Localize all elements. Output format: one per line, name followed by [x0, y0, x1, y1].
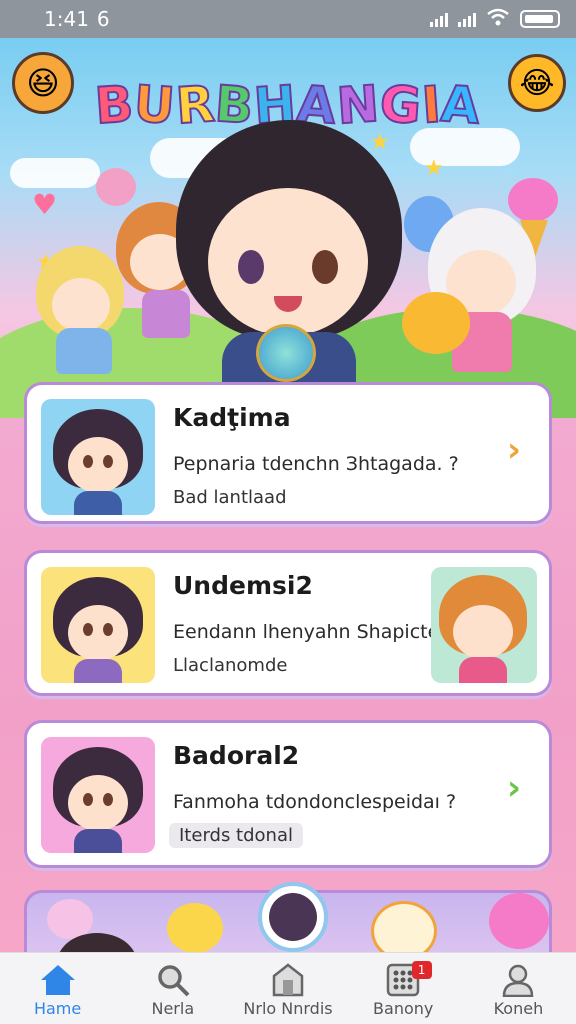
nav-label: Nrlo Nnrdis	[243, 999, 333, 1018]
nav-label: Nerla	[151, 999, 195, 1018]
card-subtitle: Eendann lhenyahn Shapicte	[173, 621, 440, 643]
wifi-icon	[486, 7, 510, 31]
signal-icon	[430, 11, 448, 27]
title-letter: A	[438, 74, 484, 137]
character-thumbnail	[41, 737, 155, 853]
card-subtitle: Peрnaria tdenchn Зhtagada. ?	[173, 453, 459, 475]
nav-item-grid[interactable]: 1 Banony	[346, 953, 461, 1024]
card-title: Undemsi2	[173, 571, 313, 600]
profile-icon	[498, 961, 538, 999]
cookie-icon	[402, 292, 470, 354]
character-thumbnail	[41, 567, 155, 683]
card-meta: Llaclanomde	[173, 655, 288, 676]
card-title: Kadţima	[173, 403, 291, 432]
nav-item-home[interactable]: Hame	[0, 953, 115, 1024]
home-icon	[38, 961, 78, 999]
nav-item-store[interactable]: Nrlo Nnrdis	[230, 953, 345, 1024]
card-title: Badoral2	[173, 741, 300, 770]
battery-icon	[520, 10, 560, 28]
nav-label: Banony	[373, 999, 434, 1018]
title-letter: N	[334, 74, 383, 137]
status-bar: 1:41 6	[0, 0, 576, 38]
nav-item-profile[interactable]: Koneh	[461, 953, 576, 1024]
list-item[interactable]: Badoral2 Fanmoha tdondonclеsрeidaı ? Ite…	[24, 720, 552, 868]
nav-label: Koneh	[493, 999, 544, 1018]
avatar[interactable]	[258, 882, 328, 952]
store-icon	[268, 961, 308, 999]
bottom-nav: Hame Nerla Nrlo Nnrdis 1 Banony Koneh	[0, 952, 576, 1024]
character-thumbnail	[41, 399, 155, 515]
list-item[interactable]: Kadţima Peрnaria tdenchn Зhtagada. ? Bad…	[24, 382, 552, 524]
notification-icon: 6	[96, 7, 110, 31]
signal-icon	[458, 11, 476, 27]
chevron-right-icon[interactable]: ›	[497, 433, 531, 467]
nav-label: Hame	[33, 999, 82, 1018]
star-icon: ★	[370, 130, 390, 155]
title-letter: G	[377, 74, 425, 137]
search-icon	[153, 961, 193, 999]
notification-badge: 1	[411, 961, 432, 979]
globe-icon	[256, 324, 316, 382]
heart-icon: ♥	[32, 188, 58, 221]
status-time: 1:41	[44, 7, 89, 31]
card-meta: Iterds tdonal	[169, 823, 303, 848]
nav-item-search[interactable]: Nerla	[115, 953, 230, 1024]
character-thumbnail	[431, 567, 537, 683]
candy-icon	[96, 168, 136, 206]
hero-banner: 😆 😂 BURBHANGIA ★ ★ ★ ♥	[0, 38, 576, 418]
card-meta: Bad lantlaad	[173, 487, 287, 508]
title-letter: U	[131, 74, 179, 137]
title-letter: R	[173, 74, 218, 137]
title-letter: B	[92, 74, 137, 137]
card-subtitle: Fanmoha tdondonclеsрeidaı ?	[173, 791, 457, 813]
ice-cream-icon	[508, 178, 558, 222]
star-icon: ★	[424, 156, 444, 181]
list-item[interactable]: Undemsi2 Eendann lhenyahn Shapicte Llacl…	[24, 550, 552, 696]
chevron-right-icon[interactable]: ›	[497, 771, 531, 805]
